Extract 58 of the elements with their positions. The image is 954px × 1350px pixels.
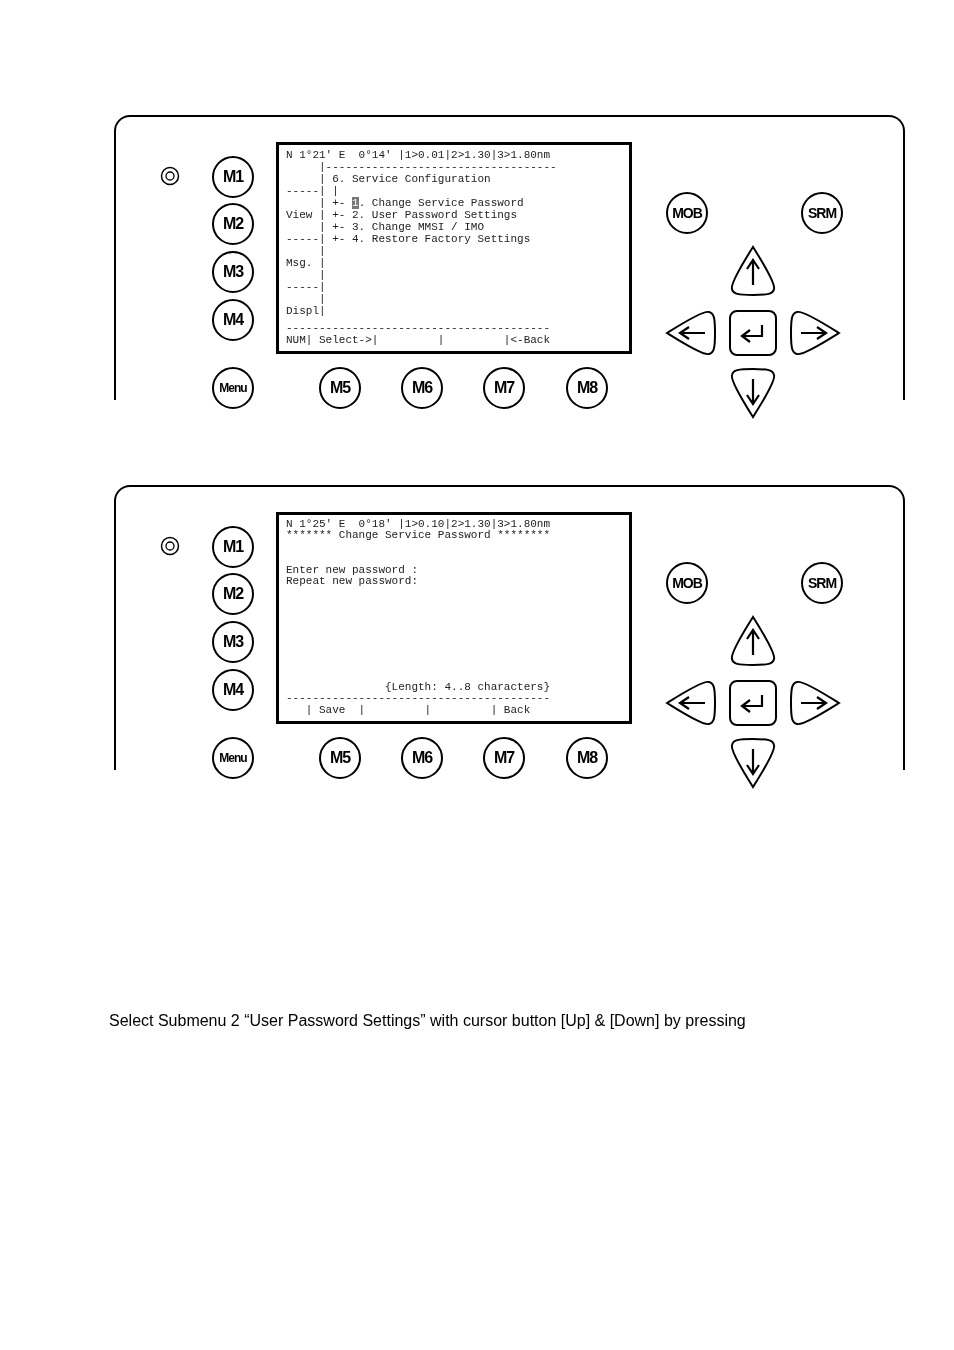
function-key[interactable]: SRM — [801, 562, 843, 604]
indicator-light-icon — [160, 536, 180, 556]
function-key[interactable]: MOB — [666, 562, 708, 604]
down-arrow-button[interactable] — [728, 367, 778, 419]
instruction-text: Select Submenu 2 “User Password Settings” with cursor button [Up] & [Down] by pressing — [109, 1012, 747, 1030]
indicator-light-icon — [160, 166, 180, 186]
function-key[interactable]: MOB — [666, 192, 708, 234]
screen-text: -----| | — [286, 185, 339, 197]
menu-key[interactable]: M5 — [319, 367, 361, 409]
right-arrow-button[interactable] — [789, 308, 841, 358]
menu-key[interactable]: Menu — [212, 737, 254, 779]
menu-key[interactable]: M8 — [566, 367, 608, 409]
screen-text: Displ| — [286, 305, 326, 317]
screen-text: N 1°25' E 0°18' |1>0.10|2>1.30|3>1.80nm — [286, 519, 551, 531]
menu-key[interactable]: M2 — [212, 203, 254, 245]
screen-text: ---------------------------------------- — [286, 693, 551, 705]
down-arrow-button[interactable] — [728, 737, 778, 789]
screen-text: ---------------------------------------- — [286, 322, 551, 334]
screen-text: N 1°21' E 0°14' |1>0.01|2>1.30|3>1.80nm — [286, 149, 551, 161]
menu-key[interactable]: M5 — [319, 737, 361, 779]
screen-text: View | +- 2. User Password Settings — [286, 209, 518, 221]
screen-text: | +- 3. Change MMSI / IMO — [318, 221, 485, 233]
menu-key[interactable]: M8 — [566, 737, 608, 779]
screen-text: -----| — [286, 281, 326, 293]
screen-text: -----| +- 4. Restore Factory Settings — [286, 233, 531, 245]
left-arrow-button[interactable] — [665, 308, 717, 358]
up-arrow-button[interactable] — [728, 245, 778, 297]
menu-key[interactable]: M7 — [483, 737, 525, 779]
menu-key[interactable]: M2 — [212, 573, 254, 615]
function-key[interactable]: SRM — [801, 192, 843, 234]
menu-key[interactable]: M6 — [401, 737, 443, 779]
up-arrow-button[interactable] — [728, 615, 778, 667]
screen-text: | Save | | | Back — [304, 704, 531, 716]
right-arrow-button[interactable] — [789, 678, 841, 728]
menu-key[interactable]: M1 — [212, 156, 254, 198]
menu-key[interactable]: M6 — [401, 367, 443, 409]
screen-text: NUM| Select->| | |<-Back — [286, 334, 551, 346]
left-arrow-button[interactable] — [665, 678, 717, 728]
screen-text: | — [318, 245, 326, 257]
screen-text: {Length: 4..8 characters} — [384, 681, 551, 694]
menu-key[interactable]: M4 — [212, 299, 254, 341]
menu-key[interactable]: M3 — [212, 251, 254, 293]
screen-text: Msg. | — [286, 257, 326, 269]
menu-key[interactable]: M3 — [212, 621, 254, 663]
menu-key[interactable]: M4 — [212, 669, 254, 711]
screen-text: Enter new password : — [286, 564, 419, 576]
screen-text: | +- 1. Change Service Password — [318, 197, 524, 209]
enter-button[interactable] — [728, 679, 778, 727]
screen-text: Repeat new password: — [286, 576, 419, 588]
menu-key[interactable]: M1 — [212, 526, 254, 568]
screen-text: |----------------------------------- — [318, 161, 557, 173]
menu-key[interactable]: M7 — [483, 367, 525, 409]
screen-text: | 6. Service Configuration — [318, 173, 491, 185]
screen-text: | — [318, 293, 326, 305]
enter-button[interactable] — [728, 309, 778, 357]
screen-text: ******* Change Service Password ******** — [286, 530, 551, 542]
menu-key[interactable]: Menu — [212, 367, 254, 409]
screen-text: | — [318, 269, 326, 281]
